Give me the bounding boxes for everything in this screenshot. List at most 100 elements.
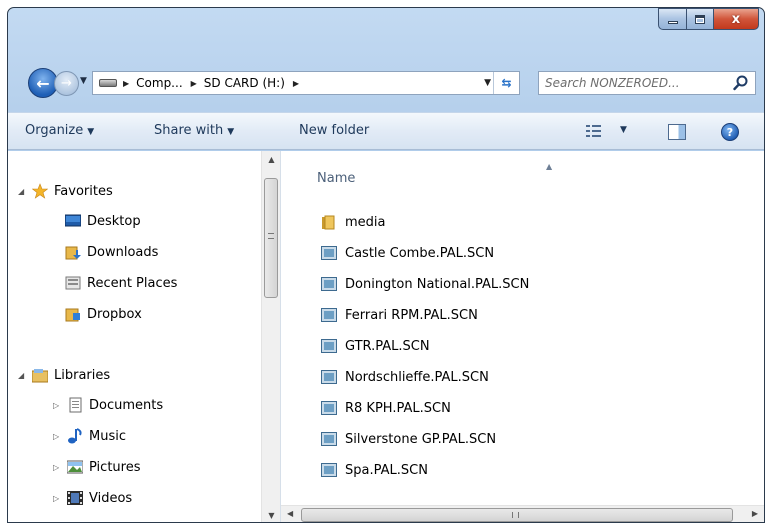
file-name: Donington National.PAL.SCN xyxy=(345,276,530,292)
file-item[interactable]: GTR.PAL.SCN xyxy=(321,338,430,354)
drive-icon xyxy=(99,79,117,87)
file-name: Ferrari RPM.PAL.SCN xyxy=(345,307,478,323)
nav-item-label: Recent Places xyxy=(87,275,178,291)
search-icon[interactable] xyxy=(733,75,749,91)
scn-file-icon xyxy=(321,401,337,415)
vertical-scroll-thumb[interactable] xyxy=(264,178,278,298)
file-name: Nordschlieffe.PAL.SCN xyxy=(345,369,489,385)
refresh-icon: ⇆ xyxy=(501,76,512,90)
file-name: Silverstone GP.PAL.SCN xyxy=(345,431,497,447)
file-item[interactable]: R8 KPH.PAL.SCN xyxy=(321,400,451,416)
nav-item-label: Desktop xyxy=(87,213,141,229)
breadcrumb-sd-card[interactable]: SD CARD (H:) xyxy=(204,76,285,90)
close-button[interactable]: x xyxy=(713,8,759,30)
pictures-icon xyxy=(67,460,83,474)
nav-item-label: Downloads xyxy=(87,244,159,260)
expand-arrow-icon[interactable]: ▷ xyxy=(53,463,63,472)
forward-button[interactable]: → xyxy=(54,71,79,96)
file-name: Spa.PAL.SCN xyxy=(345,462,428,478)
organize-button[interactable]: Organize ▼ xyxy=(25,123,94,138)
minimize-icon xyxy=(667,20,678,24)
maximize-button[interactable] xyxy=(686,8,713,30)
chevron-right-icon[interactable]: ▶ xyxy=(123,79,129,88)
file-list-pane: ▲ Name media Castle Combe.PAL.SCN Doning… xyxy=(281,151,764,522)
file-item[interactable]: Castle Combe.PAL.SCN xyxy=(321,245,494,261)
folder-icon xyxy=(322,215,335,230)
organize-label: Organize xyxy=(25,123,84,138)
file-item[interactable]: Nordschlieffe.PAL.SCN xyxy=(321,369,489,385)
desktop-icon xyxy=(65,214,81,227)
scroll-right-icon[interactable]: ▶ xyxy=(752,509,758,518)
refresh-button[interactable]: ⇆ xyxy=(493,72,519,94)
nav-item-label: Documents xyxy=(89,397,164,413)
nav-item-documents[interactable]: ▷ Documents xyxy=(53,397,163,413)
collapse-arrow-icon[interactable]: ◢ xyxy=(18,371,28,380)
libraries-icon xyxy=(32,369,48,383)
search-box[interactable] xyxy=(538,71,756,95)
nav-item-label: Dropbox xyxy=(87,306,142,322)
nav-item-music[interactable]: ▷ Music xyxy=(53,428,126,444)
preview-pane-icon[interactable] xyxy=(668,124,686,140)
nav-pane-vertical-scrollbar[interactable]: ▲ ▼ xyxy=(261,151,281,522)
music-note-icon xyxy=(68,428,82,444)
file-item[interactable]: Ferrari RPM.PAL.SCN xyxy=(321,307,478,323)
expand-arrow-icon[interactable]: ▷ xyxy=(53,432,63,441)
nav-item-videos[interactable]: ▷ Videos xyxy=(53,490,132,506)
sort-ascending-icon: ▲ xyxy=(546,162,553,171)
search-input[interactable] xyxy=(545,76,727,90)
nav-libraries[interactable]: ◢ Libraries xyxy=(18,367,110,383)
scroll-down-icon[interactable]: ▼ xyxy=(262,511,281,520)
chevron-down-icon: ▼ xyxy=(87,127,95,137)
scroll-up-icon[interactable]: ▲ xyxy=(262,155,281,164)
minimize-button[interactable] xyxy=(658,8,686,30)
view-options-icon[interactable] xyxy=(586,124,602,138)
navigation-pane: ◢ Favorites Desktop Downloads Recent Pla… xyxy=(8,151,281,522)
command-bar: Organize ▼ Share with ▼ New folder ▼ ? xyxy=(8,112,764,150)
scn-file-icon xyxy=(321,277,337,291)
new-folder-button[interactable]: New folder xyxy=(299,123,369,138)
expand-arrow-icon[interactable]: ▷ xyxy=(53,401,63,410)
nav-favorites-label: Favorites xyxy=(54,183,113,199)
share-with-button[interactable]: Share with ▼ xyxy=(154,123,234,138)
nav-item-label: Videos xyxy=(89,490,133,506)
nav-item-recent-places[interactable]: Recent Places xyxy=(65,275,177,291)
collapse-arrow-icon[interactable]: ◢ xyxy=(18,187,28,196)
nav-item-pictures[interactable]: ▷ Pictures xyxy=(53,459,140,475)
caption-buttons: x xyxy=(658,8,759,30)
file-item[interactable]: Silverstone GP.PAL.SCN xyxy=(321,431,496,447)
name-column-header[interactable]: Name xyxy=(317,171,355,186)
scn-file-icon xyxy=(321,246,337,260)
recent-pages-dropdown[interactable]: ▼ xyxy=(80,76,87,86)
nav-libraries-label: Libraries xyxy=(54,367,111,383)
breadcrumb-computer[interactable]: Comp... xyxy=(136,76,182,90)
title-bar[interactable]: x xyxy=(8,8,764,56)
dropbox-folder-icon xyxy=(65,308,80,322)
nav-item-downloads[interactable]: Downloads xyxy=(65,244,158,260)
maximize-icon xyxy=(695,14,705,24)
nav-favorites[interactable]: ◢ Favorites xyxy=(18,183,113,199)
grip-icon xyxy=(512,512,519,518)
film-strip-icon xyxy=(67,491,83,505)
chevron-right-icon[interactable]: ▶ xyxy=(293,79,299,88)
file-item[interactable]: Donington National.PAL.SCN xyxy=(321,276,529,292)
chevron-right-icon[interactable]: ▶ xyxy=(191,79,197,88)
explorer-window: x ← → ▼ ▶ Comp... ▶ SD CARD (H:) ▶ ▼ ⇆ O… xyxy=(7,7,765,523)
file-list-horizontal-scrollbar[interactable]: ◀ ▶ xyxy=(281,505,764,522)
expand-arrow-icon[interactable]: ▷ xyxy=(53,494,63,503)
view-options-dropdown[interactable]: ▼ xyxy=(620,125,627,135)
documents-icon xyxy=(69,397,82,413)
file-item-media-folder[interactable]: media xyxy=(321,214,386,230)
scn-file-icon xyxy=(321,432,337,446)
file-item[interactable]: Spa.PAL.SCN xyxy=(321,462,428,478)
horizontal-scroll-thumb[interactable] xyxy=(301,508,733,522)
scn-file-icon xyxy=(321,339,337,353)
address-history-dropdown[interactable]: ▼ xyxy=(484,78,491,88)
address-bar[interactable]: ▶ Comp... ▶ SD CARD (H:) ▶ ▼ ⇆ xyxy=(92,71,520,95)
address-row: ← → ▼ ▶ Comp... ▶ SD CARD (H:) ▶ ▼ ⇆ xyxy=(8,68,764,98)
arrow-right-icon: → xyxy=(61,76,72,91)
nav-item-desktop[interactable]: Desktop xyxy=(65,213,141,229)
nav-item-dropbox[interactable]: Dropbox xyxy=(65,306,142,322)
scn-file-icon xyxy=(321,463,337,477)
help-icon[interactable]: ? xyxy=(721,123,739,141)
scroll-left-icon[interactable]: ◀ xyxy=(287,509,293,518)
